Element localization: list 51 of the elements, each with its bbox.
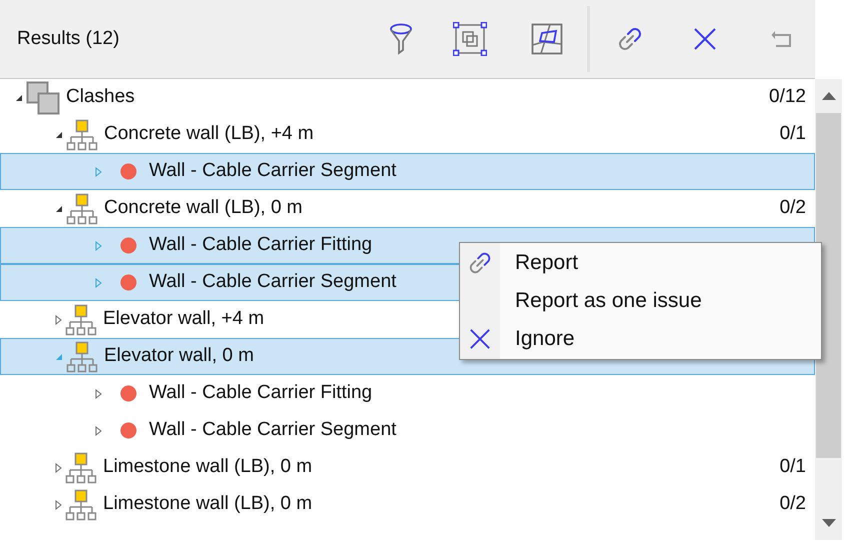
row-label: Concrete wall (LB), 0 m <box>104 196 303 220</box>
hierarchy-icon <box>65 452 97 484</box>
row-label: Clashes <box>66 85 135 110</box>
status-dot-icon <box>120 274 137 291</box>
hierarchy-icon <box>66 118 98 150</box>
clash-count: 0/2 <box>780 196 806 220</box>
close-icon <box>469 328 491 350</box>
scroll-thumb[interactable] <box>816 113 841 458</box>
tree-row[interactable]: Wall - Cable Carrier Segment <box>0 153 815 190</box>
row-label: Wall - Cable Carrier Segment <box>149 418 396 442</box>
collapsed-triangle-icon[interactable] <box>55 500 62 510</box>
hierarchy-icon <box>65 488 97 520</box>
clash-count: 0/1 <box>780 122 806 146</box>
status-dot-icon <box>120 163 137 180</box>
close-icon <box>693 27 717 51</box>
collapsed-triangle-icon[interactable] <box>95 388 102 398</box>
stacked-squares-icon <box>26 80 60 114</box>
row-label: Limestone wall (LB), 0 m <box>103 492 312 516</box>
row-label: Wall - Cable Carrier Fitting <box>149 233 372 258</box>
status-dot-icon <box>120 385 137 402</box>
status-dot-icon <box>120 237 137 254</box>
row-label: Wall - Cable Carrier Segment <box>149 270 396 294</box>
results-title: Results (12) <box>17 26 120 51</box>
hierarchy-icon <box>65 304 97 336</box>
hierarchy-icon <box>66 192 98 224</box>
row-label: Wall - Cable Carrier Fitting <box>149 381 372 406</box>
clash-count: 0/2 <box>780 492 806 516</box>
expanded-triangle-icon[interactable] <box>55 204 63 212</box>
collapsed-triangle-icon[interactable] <box>95 426 102 436</box>
link-icon <box>467 250 493 276</box>
row-label: Wall - Cable Carrier Segment <box>149 159 396 184</box>
hierarchy-icon <box>66 340 98 372</box>
row-label: Limestone wall (LB), 0 m <box>103 455 312 480</box>
selection-frame-icon <box>453 22 487 56</box>
row-label: Elevator wall, +4 m <box>103 307 264 332</box>
clash-count: 0/1 <box>780 455 806 480</box>
row-label: Elevator wall, 0 m <box>104 344 254 368</box>
collapsed-triangle-icon[interactable] <box>55 314 62 324</box>
return-arrow-icon <box>771 30 793 48</box>
row-label: Concrete wall (LB), +4 m <box>104 122 314 146</box>
link-icon <box>616 25 644 53</box>
clash-count: 0/12 <box>769 85 806 110</box>
status-dot-icon <box>120 422 137 439</box>
collapsed-triangle-icon[interactable] <box>55 462 62 472</box>
expanded-triangle-icon[interactable] <box>55 130 63 138</box>
funnel-icon <box>389 23 413 55</box>
expanded-triangle-icon[interactable] <box>15 94 23 102</box>
section-box-icon <box>531 23 563 55</box>
up-arrow-icon <box>822 92 836 100</box>
down-arrow-icon <box>822 519 836 527</box>
select-box-button[interactable] <box>450 19 490 59</box>
